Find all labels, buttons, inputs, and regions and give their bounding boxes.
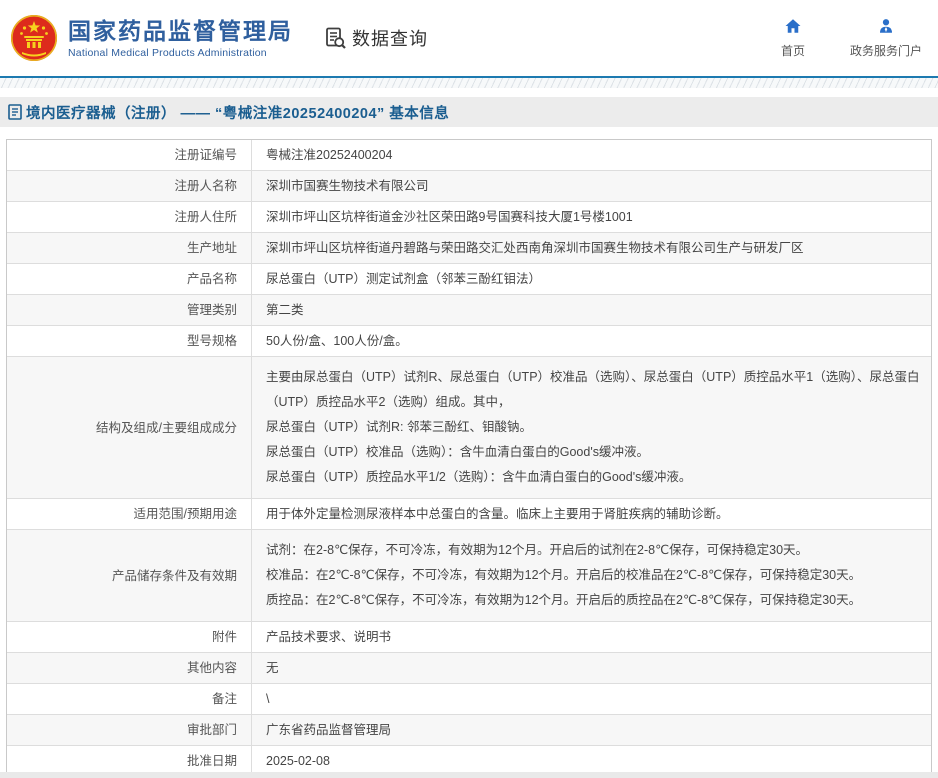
field-value: 主要由尿总蛋白（UTP）试剂R、尿总蛋白（UTP）校准品（选购）、尿总蛋白（UT…	[251, 357, 931, 498]
field-value: 产品技术要求、说明书	[251, 622, 931, 652]
field-value: 第二类	[251, 295, 931, 325]
hatch-band	[0, 78, 938, 88]
table-row: 型号规格 50人份/盒、100人份/盒。	[7, 326, 931, 357]
table-row: 管理类别 第二类	[7, 295, 931, 326]
table-row: 生产地址 深圳市坪山区坑梓街道丹碧路与荣田路交汇处西南角深圳市国赛生物技术有限公司…	[7, 233, 931, 264]
nav-item-label: 政务服务门户	[849, 44, 922, 58]
table-row: 注册证编号 粤械注准20252400204	[7, 140, 931, 171]
national-emblem-icon	[10, 14, 58, 62]
field-label: 审批部门	[186, 723, 237, 737]
field-label: 适用范围/预期用途	[133, 507, 237, 521]
page: 国家药品监督管理局 National Medical Products Admi…	[0, 0, 938, 778]
field-label: 产品储存条件及有效期	[111, 568, 237, 583]
field-label: 生产地址	[186, 241, 237, 255]
field-label: 注册人名称	[174, 179, 237, 193]
field-value-line: 尿总蛋白（UTP）质控品水平1/2（选购）：含牛血清白蛋白的Good's缓冲液。	[266, 470, 692, 484]
table-row: 注册人住所 深圳市坪山区坑梓街道金沙社区荣田路9号国赛科技大厦1号楼1001	[7, 202, 931, 233]
field-label: 管理类别	[186, 303, 237, 317]
page-title: 境内医疗器械（注册） —— “粤械注准20252400204” 基本信息	[26, 105, 450, 122]
table-row: 产品储存条件及有效期 试剂：在2-8℃保存，不可冷冻，有效期为12个月。开启后的试…	[7, 530, 931, 622]
table-row: 结构及组成/主要组成成分 主要由尿总蛋白（UTP）试剂R、尿总蛋白（UTP）校准品…	[7, 357, 931, 499]
table-row: 备注 \	[7, 684, 931, 715]
field-label: 备注	[211, 692, 237, 706]
field-value-line: 校准品：在2℃-8℃保存，不可冷冻，有效期为12个月。开启后的校准品在2℃-8℃…	[266, 568, 862, 582]
table-row: 附件 产品技术要求、说明书	[7, 622, 931, 653]
table-row: 适用范围/预期用途 用于体外定量检测尿液样本中总蛋白的含量。临床上主要用于肾脏疾病…	[7, 499, 931, 530]
data-query-link[interactable]: 数据查询	[323, 25, 428, 51]
field-value-line: 试剂：在2-8℃保存，不可冷冻，有效期为12个月。开启后的试剂在2-8℃保存，可…	[266, 543, 809, 557]
field-value-line: 质控品：在2℃-8℃保存，不可冷冻，有效期为12个月。开启后的质控品在2℃-8℃…	[266, 593, 862, 607]
field-label: 注册证编号	[174, 148, 237, 162]
info-table: 注册证编号 粤械注准20252400204 注册人名称 深圳市国赛生物技术有限公司 注册…	[6, 139, 932, 778]
field-label: 附件	[211, 630, 237, 644]
site-brand: 国家药品监督管理局 National Medical Products Admi…	[68, 18, 293, 59]
document-icon	[8, 104, 22, 120]
table-row: 产品名称 尿总蛋白（UTP）测定试剂盒（邻苯三酚红钼法）	[7, 264, 931, 295]
field-value: 尿总蛋白（UTP）测定试剂盒（邻苯三酚红钼法）	[251, 264, 931, 294]
data-query-label: 数据查询	[352, 29, 428, 49]
user-icon	[879, 19, 892, 33]
document-search-icon	[326, 27, 346, 49]
table-row: 注册人名称 深圳市国赛生物技术有限公司	[7, 171, 931, 202]
field-value: 无	[251, 653, 931, 683]
site-subtitle: National Medical Products Administration	[68, 46, 267, 59]
field-label: 结构及组成/主要组成成分	[96, 420, 237, 435]
field-value: 深圳市坪山区坑梓街道丹碧路与荣田路交汇处西南角深圳市国赛生物技术有限公司生产与研…	[251, 233, 931, 263]
field-value: 用于体外定量检测尿液样本中总蛋白的含量。临床上主要用于肾脏疾病的辅助诊断。	[251, 499, 931, 529]
top-nav: 首页 政务服务门户	[770, 17, 922, 59]
nav-item-label: 首页	[780, 44, 805, 58]
nav-item-home[interactable]: 首页	[770, 17, 816, 59]
home-icon	[785, 19, 801, 33]
field-value-line: 尿总蛋白（UTP）校准品（选购）：含牛血清白蛋白的Good's缓冲液。	[266, 445, 649, 459]
field-value: 深圳市坪山区坑梓街道金沙社区荣田路9号国赛科技大厦1号楼1001	[251, 202, 931, 232]
nmpa-logo-link[interactable]	[10, 14, 58, 62]
field-label: 型号规格	[186, 334, 237, 348]
field-value: 深圳市国赛生物技术有限公司	[251, 171, 931, 201]
field-label: 产品名称	[186, 272, 237, 286]
field-label: 注册人住所	[174, 210, 237, 224]
nav-item-portal[interactable]: 政务服务门户	[850, 17, 922, 59]
page-title-bar: 境内医疗器械（注册） —— “粤械注准20252400204” 基本信息	[0, 97, 938, 127]
field-value: 50人份/盒、100人份/盒。	[251, 326, 931, 356]
site-title: 国家药品监督管理局	[68, 17, 293, 44]
footer-strip	[0, 772, 938, 778]
field-value: 试剂：在2-8℃保存，不可冷冻，有效期为12个月。开启后的试剂在2-8℃保存，可…	[251, 530, 931, 621]
field-value: 广东省药品监督管理局	[251, 715, 931, 745]
field-value-line: 尿总蛋白（UTP）试剂R: 邻苯三酚红、钼酸钠。	[266, 420, 532, 434]
field-value: \	[251, 684, 931, 714]
field-label: 其他内容	[186, 661, 237, 675]
field-value: 粤械注准20252400204	[251, 140, 931, 170]
table-row: 审批部门 广东省药品监督管理局	[7, 715, 931, 746]
site-header: 国家药品监督管理局 National Medical Products Admi…	[0, 0, 938, 76]
table-row: 其他内容无	[7, 653, 931, 684]
field-value-line: 主要由尿总蛋白（UTP）试剂R、尿总蛋白（UTP）校准品（选购）、尿总蛋白（UT…	[266, 370, 920, 409]
